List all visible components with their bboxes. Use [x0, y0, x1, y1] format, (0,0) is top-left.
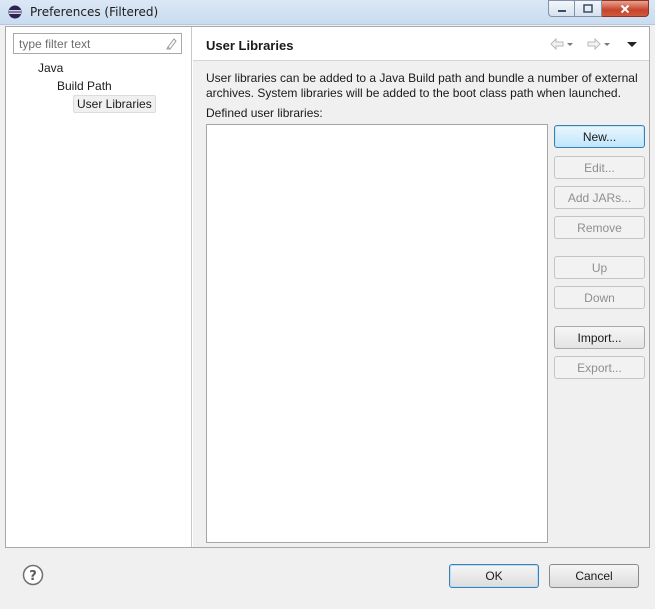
- help-icon[interactable]: ?: [22, 564, 44, 586]
- defined-libraries-label: Defined user libraries:: [206, 106, 323, 120]
- cancel-button[interactable]: Cancel: [549, 564, 639, 588]
- ok-button[interactable]: OK: [449, 564, 539, 588]
- forward-navigation[interactable]: [586, 37, 612, 51]
- close-button[interactable]: [602, 0, 649, 17]
- tree-item-java[interactable]: Java: [38, 61, 63, 75]
- export-button[interactable]: Export...: [554, 356, 645, 379]
- filter-input[interactable]: [14, 34, 164, 53]
- forward-arrow-icon[interactable]: [586, 37, 602, 51]
- back-dropdown-icon[interactable]: [565, 37, 575, 51]
- filter-field[interactable]: [13, 33, 182, 54]
- minimize-button[interactable]: [548, 0, 575, 17]
- view-menu-button[interactable]: [626, 37, 638, 51]
- maximize-button[interactable]: [575, 0, 602, 17]
- page-description: User libraries can be added to a Java Bu…: [206, 71, 638, 100]
- user-libraries-list[interactable]: [206, 124, 548, 543]
- new-button[interactable]: New...: [554, 125, 645, 148]
- close-icon: [620, 4, 630, 13]
- tree-item-user-libraries[interactable]: User Libraries: [73, 95, 156, 113]
- back-navigation[interactable]: [549, 37, 575, 51]
- maximize-icon: [583, 4, 593, 13]
- import-button[interactable]: Import...: [554, 326, 645, 349]
- window-title: Preferences (Filtered): [30, 5, 159, 19]
- minimize-icon: [557, 9, 566, 12]
- page-title: User Libraries: [206, 38, 294, 53]
- up-button[interactable]: Up: [554, 256, 645, 279]
- preferences-window: Preferences (Filtered) Java Build Path U…: [0, 0, 655, 609]
- clear-filter-icon[interactable]: [165, 37, 178, 50]
- down-button[interactable]: Down: [554, 286, 645, 309]
- page-header: User Libraries: [193, 27, 649, 61]
- tree-item-build-path[interactable]: Build Path: [57, 79, 112, 93]
- forward-dropdown-icon[interactable]: [602, 37, 612, 51]
- back-arrow-icon[interactable]: [549, 37, 565, 51]
- add-jars-button[interactable]: Add JARs...: [554, 186, 645, 209]
- svg-text:?: ?: [29, 569, 37, 584]
- title-bar[interactable]: Preferences (Filtered): [0, 0, 655, 25]
- eclipse-icon: [8, 5, 22, 19]
- view-menu-icon[interactable]: [626, 37, 638, 51]
- edit-button[interactable]: Edit...: [554, 156, 645, 179]
- remove-button[interactable]: Remove: [554, 216, 645, 239]
